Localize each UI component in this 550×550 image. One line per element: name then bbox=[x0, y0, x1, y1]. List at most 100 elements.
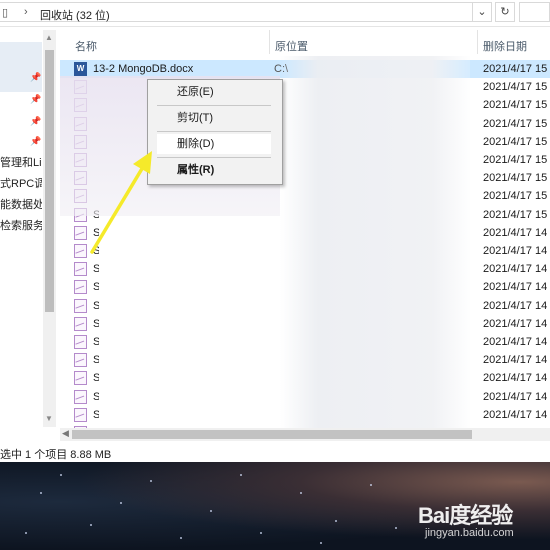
deleted-date: 2021/4/17 15 bbox=[483, 63, 548, 75]
image-file-icon bbox=[74, 298, 87, 313]
word-file-icon: W bbox=[74, 62, 87, 76]
recycle-bin-icon: ▯ bbox=[2, 7, 9, 19]
deleted-date: 2021/4/17 15 bbox=[483, 117, 548, 130]
menu-item-delete[interactable]: 删除(D) bbox=[157, 134, 271, 154]
wallpaper-star bbox=[60, 474, 62, 476]
file-name: S bbox=[93, 317, 99, 330]
wallpaper-star bbox=[120, 502, 122, 504]
file-name: S bbox=[93, 245, 99, 257]
deleted-date: 2021/4/17 14 bbox=[483, 226, 548, 239]
file-name: S bbox=[93, 263, 99, 276]
deleted-date: 2021/4/17 14 bbox=[483, 354, 548, 367]
wallpaper-star bbox=[320, 542, 322, 544]
file-name: S bbox=[93, 226, 99, 239]
file-name: S bbox=[93, 336, 99, 348]
wallpaper-star bbox=[150, 480, 152, 482]
deleted-date: 2021/4/17 14 bbox=[483, 317, 548, 330]
horizontal-scrollbar[interactable]: ◀ bbox=[60, 428, 550, 441]
deleted-date: 2021/4/17 15 bbox=[483, 99, 548, 112]
menu-item-cut[interactable]: 剪切(T) bbox=[157, 108, 271, 128]
deleted-date: 2021/4/17 14 bbox=[483, 299, 548, 312]
image-file-icon bbox=[74, 262, 87, 277]
pin-icon: 📌 bbox=[30, 94, 42, 104]
image-file-icon bbox=[74, 316, 87, 331]
image-file-icon bbox=[74, 225, 87, 240]
deleted-date: 2021/4/17 15 bbox=[483, 208, 548, 221]
deleted-date: 2021/4/17 15 bbox=[483, 135, 548, 148]
wallpaper-star bbox=[370, 484, 372, 486]
nav-selected-item[interactable] bbox=[0, 42, 42, 92]
wallpaper-star bbox=[260, 532, 262, 534]
file-name: 13-2 MongoDB.docx bbox=[93, 63, 194, 75]
column-header-deleted-date[interactable]: 删除日期 bbox=[483, 38, 527, 54]
deleted-date: 2021/4/17 14 bbox=[483, 281, 548, 294]
image-file-icon bbox=[74, 389, 87, 404]
deleted-date: 2021/4/17 15 bbox=[483, 172, 548, 185]
image-file-icon bbox=[74, 407, 87, 422]
nav-scrollbar[interactable]: ▲ ▼ bbox=[43, 30, 56, 427]
file-name: S bbox=[93, 299, 99, 312]
deleted-date: 2021/4/17 14 bbox=[483, 408, 548, 421]
wallpaper-star bbox=[90, 524, 92, 526]
scrollbar-thumb[interactable] bbox=[45, 50, 54, 312]
wallpaper-star bbox=[395, 527, 397, 529]
image-file-icon bbox=[74, 335, 87, 349]
deleted-date: 2021/4/17 14 bbox=[483, 390, 548, 403]
image-file-icon bbox=[74, 244, 87, 258]
deleted-date: 2021/4/17 15 bbox=[483, 190, 548, 203]
deleted-date: 2021/4/17 14 bbox=[483, 263, 548, 276]
nav-item[interactable]: 式RPC调F bbox=[0, 175, 42, 191]
column-header-original-location[interactable]: 原位置 bbox=[275, 38, 308, 54]
menu-item-restore[interactable]: 还原(E) bbox=[157, 82, 271, 102]
pin-icon: 📌 bbox=[30, 116, 42, 126]
file-name: S bbox=[93, 281, 99, 294]
file-name: S bbox=[93, 372, 99, 385]
status-bar: 选中 1 个项目 8.88 MB bbox=[0, 449, 112, 461]
deleted-date: 2021/4/17 15 bbox=[483, 154, 548, 166]
scroll-down-icon[interactable]: ▼ bbox=[45, 414, 53, 423]
watermark-logo: Bai度经验 bbox=[418, 503, 513, 528]
menu-item-properties[interactable]: 属性(R) bbox=[157, 160, 271, 180]
image-file-icon bbox=[74, 353, 87, 368]
file-name: S bbox=[93, 390, 99, 403]
watermark-url: jingyan.baidu.com bbox=[425, 527, 514, 539]
image-file-icon bbox=[74, 371, 87, 386]
context-menu: 还原(E) 剪切(T) 删除(D) 属性(R) bbox=[147, 79, 283, 185]
chevron-right-icon[interactable]: › bbox=[24, 6, 28, 18]
pin-icon: 📌 bbox=[30, 136, 42, 146]
wallpaper-star bbox=[180, 537, 182, 539]
menu-separator bbox=[157, 157, 271, 158]
nav-item[interactable]: 检索服务 bbox=[0, 217, 42, 233]
wallpaper-star bbox=[335, 520, 337, 522]
nav-item[interactable]: 能数据处理 bbox=[0, 196, 42, 212]
menu-separator bbox=[157, 131, 271, 132]
address-bar: ▯ › 回收站 (32 位) ⌄ ↻ bbox=[0, 0, 550, 27]
search-box[interactable] bbox=[519, 2, 550, 22]
column-divider[interactable] bbox=[269, 30, 270, 54]
wallpaper-star bbox=[240, 474, 242, 476]
refresh-icon[interactable]: ↻ bbox=[495, 2, 515, 22]
pin-icon: 📌 bbox=[30, 72, 42, 82]
wallpaper-star bbox=[300, 492, 302, 494]
image-file-icon bbox=[74, 280, 87, 295]
navigation-pane: 📌 📌 📌 📌 管理和Lin 式RPC调F 能数据处理 检索服务 bbox=[0, 30, 42, 425]
breadcrumb[interactable]: 回收站 (32 位) bbox=[40, 7, 110, 23]
dropdown-icon[interactable]: ⌄ bbox=[472, 2, 492, 22]
deleted-date: 2021/4/17 15 bbox=[483, 81, 548, 94]
scroll-left-icon[interactable]: ◀ bbox=[62, 428, 69, 439]
deleted-date: 2021/4/17 14 bbox=[483, 372, 548, 385]
file-explorer-window: ▯ › 回收站 (32 位) ⌄ ↻ 📌 📌 📌 📌 管理和Lin 式RPC调F… bbox=[0, 0, 550, 462]
blurred-region bbox=[280, 56, 470, 428]
column-header-name[interactable]: 名称 bbox=[75, 38, 97, 54]
wallpaper-star bbox=[210, 510, 212, 512]
file-name: S bbox=[93, 408, 99, 421]
nav-item[interactable]: 管理和Lin bbox=[0, 154, 42, 170]
wallpaper-star bbox=[40, 492, 42, 494]
address-box[interactable]: ▯ › 回收站 (32 位) bbox=[0, 2, 478, 22]
scroll-up-icon[interactable]: ▲ bbox=[45, 33, 53, 42]
file-name: S bbox=[93, 354, 99, 367]
column-divider[interactable] bbox=[477, 30, 478, 54]
deleted-date: 2021/4/17 14 bbox=[483, 245, 548, 257]
scrollbar-thumb[interactable] bbox=[72, 430, 472, 439]
wallpaper-star bbox=[25, 532, 27, 534]
